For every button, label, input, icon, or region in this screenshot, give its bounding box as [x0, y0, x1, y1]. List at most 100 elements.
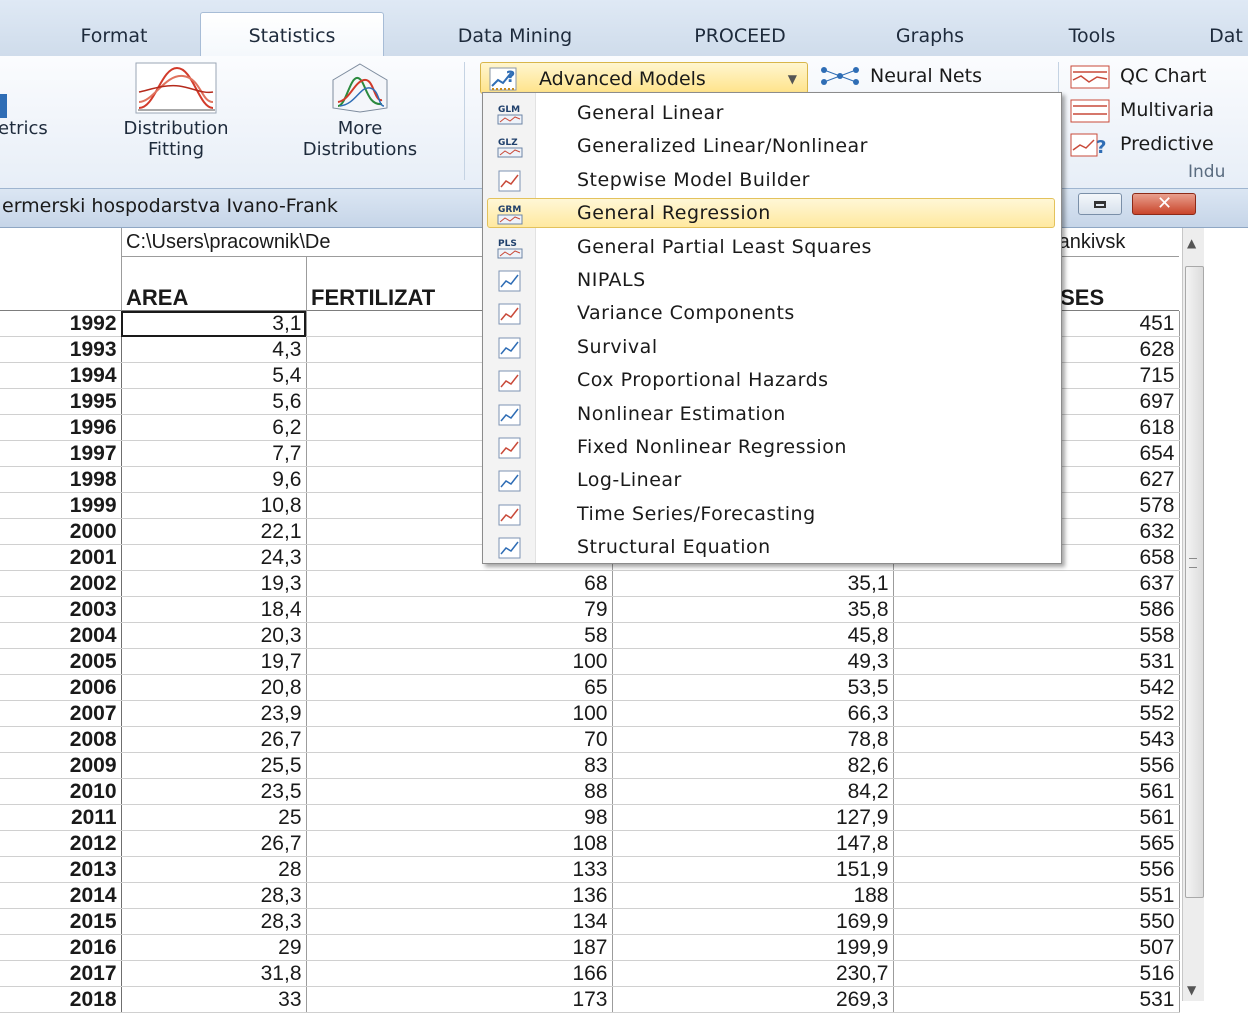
area-cell[interactable]: 18,4 — [121, 596, 307, 623]
year-cell[interactable]: 1995 — [0, 388, 122, 415]
parametrics-button[interactable]: etrics — [0, 118, 84, 139]
year-cell[interactable]: 2008 — [0, 726, 122, 753]
year-cell[interactable]: 2001 — [0, 544, 122, 571]
area-cell[interactable]: 5,4 — [121, 362, 307, 389]
col3-cell[interactable]: 82,6 — [612, 752, 894, 779]
area-cell[interactable]: 5,6 — [121, 388, 307, 415]
col3-cell[interactable]: 169,9 — [612, 908, 894, 935]
ises-cell[interactable]: 551 — [893, 882, 1180, 909]
scroll-down-icon[interactable]: ▼ — [1187, 983, 1196, 997]
year-cell[interactable]: 2012 — [0, 830, 122, 857]
fertilization-cell[interactable]: 100 — [306, 648, 613, 675]
year-cell[interactable]: 2015 — [0, 908, 122, 935]
fertilization-cell[interactable]: 65 — [306, 674, 613, 701]
year-cell[interactable]: 2005 — [0, 648, 122, 675]
fertilization-cell[interactable]: 70 — [306, 726, 613, 753]
col3-cell[interactable]: 45,8 — [612, 622, 894, 649]
ises-cell[interactable]: 561 — [893, 804, 1180, 831]
distribution-fitting-button[interactable]: Distribution Fitting — [92, 62, 260, 160]
year-cell[interactable]: 2009 — [0, 752, 122, 779]
fertilization-cell[interactable]: 83 — [306, 752, 613, 779]
ises-cell[interactable]: 543 — [893, 726, 1180, 753]
area-cell[interactable]: 9,6 — [121, 466, 307, 493]
area-cell[interactable]: 3,1 — [121, 311, 307, 337]
year-cell[interactable]: 2017 — [0, 960, 122, 987]
area-cell[interactable]: 24,3 — [121, 544, 307, 571]
close-button[interactable]: ✕ — [1132, 193, 1196, 215]
tab-format[interactable]: Format — [62, 22, 166, 56]
scroll-up-icon[interactable]: ▲ — [1187, 236, 1196, 250]
fertilization-cell[interactable]: 98 — [306, 804, 613, 831]
fertilization-cell[interactable]: 58 — [306, 622, 613, 649]
fertilization-cell[interactable]: 133 — [306, 856, 613, 883]
fertilization-cell[interactable]: 166 — [306, 960, 613, 987]
area-cell[interactable]: 23,5 — [121, 778, 307, 805]
menu-item-nipals[interactable]: NIPALS — [483, 264, 1061, 297]
menu-item-time-series[interactable]: Time Series/Forecasting — [483, 498, 1061, 531]
year-cell[interactable]: 1994 — [0, 362, 122, 389]
fertilization-cell[interactable]: 136 — [306, 882, 613, 909]
year-cell[interactable]: 1998 — [0, 466, 122, 493]
ises-cell[interactable]: 531 — [893, 986, 1180, 1013]
col3-cell[interactable]: 35,1 — [612, 570, 894, 597]
area-cell[interactable]: 28,3 — [121, 908, 307, 935]
area-cell[interactable]: 20,8 — [121, 674, 307, 701]
ises-cell[interactable]: 637 — [893, 570, 1180, 597]
year-cell[interactable]: 2016 — [0, 934, 122, 961]
year-cell[interactable]: 2000 — [0, 518, 122, 545]
col3-cell[interactable]: 49,3 — [612, 648, 894, 675]
col3-cell[interactable]: 151,9 — [612, 856, 894, 883]
area-cell[interactable]: 28,3 — [121, 882, 307, 909]
col3-cell[interactable]: 199,9 — [612, 934, 894, 961]
year-cell[interactable]: 2014 — [0, 882, 122, 909]
tab-graphs[interactable]: Graphs — [868, 22, 992, 56]
area-cell[interactable]: 29 — [121, 934, 307, 961]
year-cell[interactable]: 1992 — [0, 311, 122, 337]
menu-item-stepwise[interactable]: Stepwise Model Builder — [483, 164, 1061, 197]
ises-cell[interactable]: 542 — [893, 674, 1180, 701]
year-cell[interactable]: 2004 — [0, 622, 122, 649]
year-cell[interactable]: 1997 — [0, 440, 122, 467]
ises-cell[interactable]: 552 — [893, 700, 1180, 727]
menu-item-structural-equation[interactable]: Structural Equation — [483, 531, 1061, 564]
fertilization-cell[interactable]: 173 — [306, 986, 613, 1013]
menu-item-general-regression[interactable]: GRM General Regression — [483, 197, 1061, 230]
year-cell[interactable]: 2013 — [0, 856, 122, 883]
area-cell[interactable]: 19,3 — [121, 570, 307, 597]
menu-item-generalized-linear[interactable]: GLZ Generalized Linear/Nonlinear — [483, 130, 1061, 163]
year-cell[interactable]: 2018 — [0, 986, 122, 1013]
area-cell[interactable]: 10,8 — [121, 492, 307, 519]
col3-cell[interactable]: 53,5 — [612, 674, 894, 701]
restore-button[interactable] — [1078, 193, 1122, 215]
scroll-thumb[interactable] — [1185, 266, 1204, 898]
tab-proceed[interactable]: PROCEED — [660, 22, 820, 56]
year-cell[interactable]: 2011 — [0, 804, 122, 831]
area-cell[interactable]: 26,7 — [121, 726, 307, 753]
menu-item-cox[interactable]: Cox Proportional Hazards — [483, 364, 1061, 397]
fertilization-cell[interactable]: 134 — [306, 908, 613, 935]
fertilization-cell[interactable]: 79 — [306, 596, 613, 623]
vertical-scrollbar[interactable]: ▲ ▼ — [1182, 228, 1204, 1001]
area-cell[interactable]: 7,7 — [121, 440, 307, 467]
ises-cell[interactable]: 586 — [893, 596, 1180, 623]
year-cell[interactable]: 1993 — [0, 336, 122, 363]
year-cell[interactable]: 1999 — [0, 492, 122, 519]
col3-cell[interactable]: 127,9 — [612, 804, 894, 831]
column-header-area[interactable]: AREA — [121, 257, 306, 311]
menu-item-general-linear[interactable]: GLM General Linear — [483, 97, 1061, 130]
fertilization-cell[interactable]: 187 — [306, 934, 613, 961]
col3-cell[interactable]: 84,2 — [612, 778, 894, 805]
year-cell[interactable]: 1996 — [0, 414, 122, 441]
qc-charts-button[interactable]: QC Chart — [1070, 64, 1206, 89]
area-cell[interactable]: 25 — [121, 804, 307, 831]
tab-data[interactable]: Dat — [1196, 22, 1248, 56]
ises-cell[interactable]: 556 — [893, 752, 1180, 779]
ises-cell[interactable]: 550 — [893, 908, 1180, 935]
area-cell[interactable]: 6,2 — [121, 414, 307, 441]
ises-cell[interactable]: 531 — [893, 648, 1180, 675]
menu-item-fixed-nonlinear[interactable]: Fixed Nonlinear Regression — [483, 431, 1061, 464]
col3-cell[interactable]: 35,8 — [612, 596, 894, 623]
multivariate-button[interactable]: Multivaria — [1070, 98, 1214, 123]
area-cell[interactable]: 22,1 — [121, 518, 307, 545]
year-cell[interactable]: 2010 — [0, 778, 122, 805]
